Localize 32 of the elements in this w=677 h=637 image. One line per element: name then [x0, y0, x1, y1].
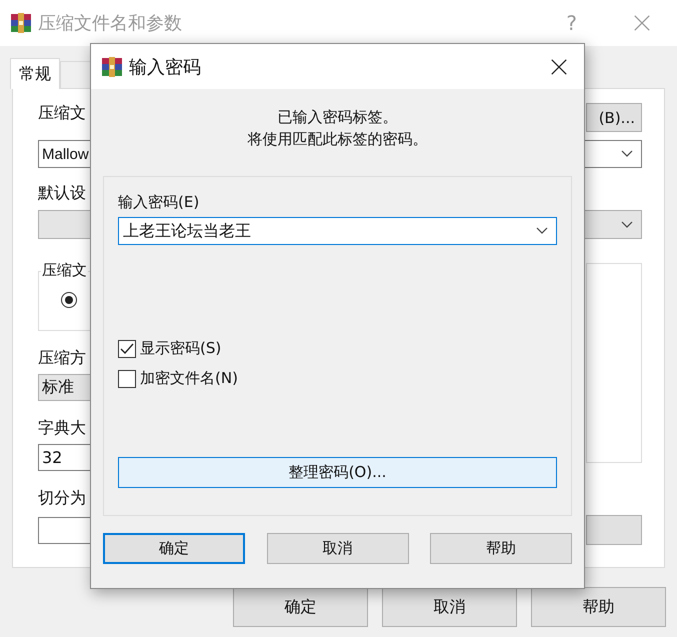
tab[interactable]: 常规	[10, 58, 60, 89]
field-label: 压缩方	[38, 348, 86, 369]
field-label: 输入密码(E)	[118, 193, 200, 212]
group-label: 压缩文	[41, 261, 88, 280]
field-label: 默认设	[38, 183, 86, 204]
radio-button[interactable]	[61, 292, 77, 308]
organize-passwords-button[interactable]: 整理密码(O)...	[118, 457, 557, 488]
dialog-button[interactable]: 帮助	[531, 587, 666, 627]
chevron-down-icon	[536, 227, 548, 235]
chevron-down-icon	[621, 150, 633, 158]
dialog-button[interactable]: 确定	[103, 533, 245, 564]
checkbox[interactable]	[118, 340, 136, 358]
checkbox-label: 显示密码(S)	[140, 339, 222, 358]
window-title: 压缩文件名和参数	[38, 12, 182, 35]
field-label: 切分为	[38, 488, 86, 509]
field-label: 字典大	[38, 418, 86, 439]
message-text: 将使用匹配此标签的密码。	[248, 129, 428, 150]
dialog-title: 输入密码	[129, 56, 201, 78]
chevron-down-icon	[621, 220, 633, 228]
message-text: 已输入密码标签。	[278, 107, 398, 128]
checkbox-label: 加密文件名(N)	[140, 369, 238, 388]
archive-books-icon	[10, 12, 32, 34]
dialog-button[interactable]: 确定	[233, 587, 368, 627]
dialog-button[interactable]: 帮助	[430, 533, 572, 564]
archive-books-icon	[101, 56, 123, 78]
dialog-button[interactable]: 取消	[382, 587, 517, 627]
browse-button[interactable]: (B)...	[586, 103, 642, 132]
close-icon[interactable]	[550, 58, 568, 76]
dialog-button[interactable]: 取消	[266, 533, 408, 564]
password-field[interactable]: 上老王论坛当老王	[118, 217, 557, 245]
checkbox[interactable]	[118, 370, 136, 388]
field-label: 压缩文	[38, 103, 86, 124]
